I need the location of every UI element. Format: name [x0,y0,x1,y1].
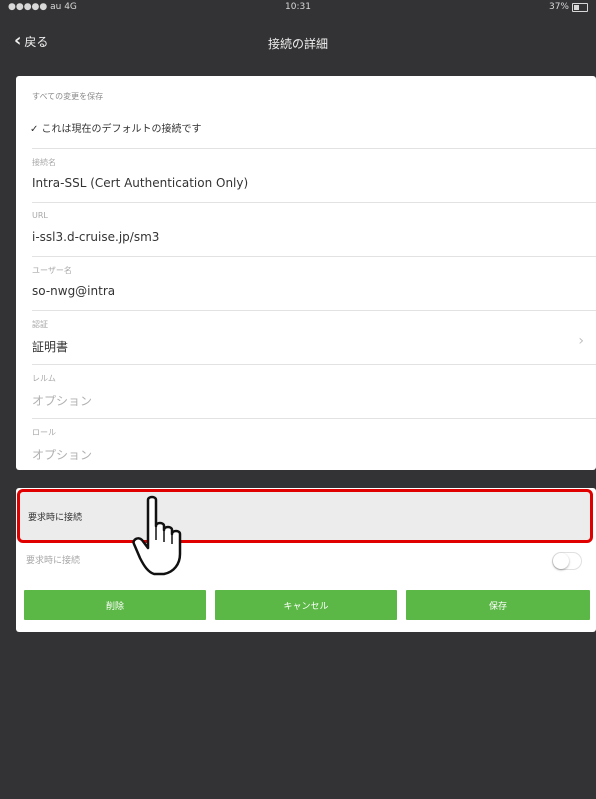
field-label: 接続名 [32,158,56,167]
battery-percent: 37% [548,2,569,12]
field-label: 認証 [32,320,48,329]
role-input[interactable]: オプション [32,446,92,463]
role-field[interactable]: ロール オプション [32,418,596,473]
navigation-bar: ‹ 戻る 接続の詳細 [0,24,596,64]
realm-input[interactable]: オプション [32,392,92,409]
save-button[interactable]: 保存 [406,590,590,620]
connection-name-field[interactable]: 接続名 Intra-SSL (Cert Authentication Only) [32,148,596,203]
on-demand-card: 要求時に接続 要求時に接続 削除 キャンセル 保存 [16,488,596,632]
authentication-value: 証明書 [32,340,69,354]
delete-button[interactable]: 削除 [24,590,206,620]
pointing-hand-cursor-icon [132,495,182,576]
url-field[interactable]: URL i-ssl3.d-cruise.jp/sm3 [32,202,596,257]
field-label: URL [32,211,48,220]
cancel-button[interactable]: キャンセル [215,590,397,620]
battery-icon [572,2,588,12]
status-time: 10:31 [285,2,311,12]
authentication-field[interactable]: 認証 証明書 › [32,310,596,365]
default-connection-note: ✓ これは現在のデフォルトの接続です [30,124,202,135]
highlight-box [17,489,593,543]
field-label: ロール [32,428,56,437]
save-all-changes-link[interactable]: すべての変更を保存 [32,91,103,102]
on-demand-toggle-label: 要求時に接続 [26,556,81,566]
username-field[interactable]: ユーザー名 so-nwg@intra [32,256,596,311]
status-bar: ●●●●● au 4G 10:31 37% [0,0,596,16]
username-input[interactable]: so-nwg@intra [32,284,115,298]
field-label: ユーザー名 [32,266,72,275]
connection-details-card: すべての変更を保存 ✓ これは現在のデフォルトの接続です 接続名 Intra-S… [16,76,596,470]
battery-indicator: 37% [549,2,588,12]
on-demand-toggle-row: 要求時に接続 [16,544,596,578]
field-label: レルム [32,374,56,383]
url-input[interactable]: i-ssl3.d-cruise.jp/sm3 [32,230,159,244]
page-title: 接続の詳細 [267,37,328,51]
chevron-right-icon: › [578,333,584,349]
realm-field[interactable]: レルム オプション [32,364,596,419]
toggle-knob [553,553,569,569]
connection-name-input[interactable]: Intra-SSL (Cert Authentication Only) [32,176,248,190]
on-demand-toggle[interactable] [552,552,582,570]
